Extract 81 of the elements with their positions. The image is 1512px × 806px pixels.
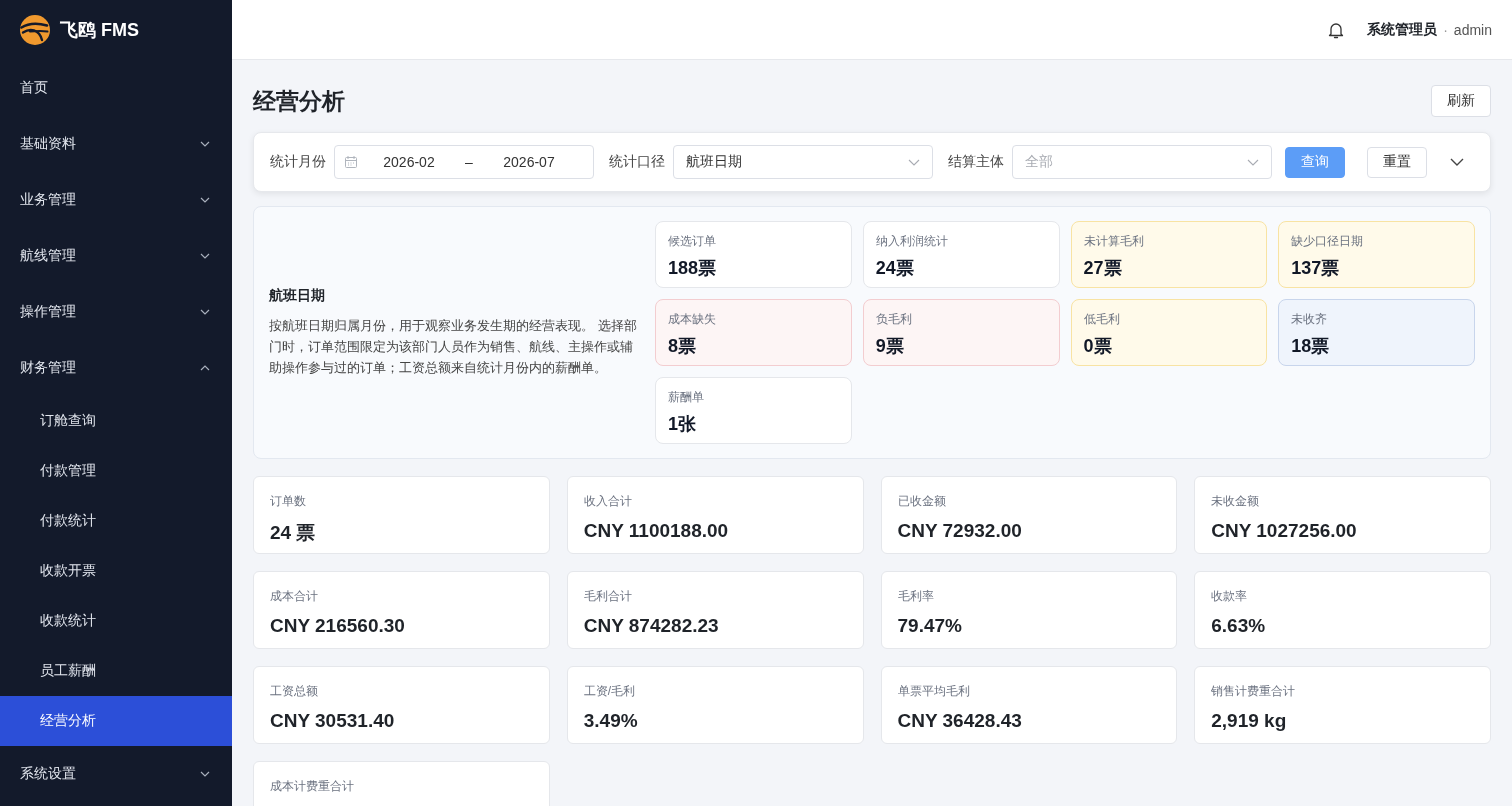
sidebar-item[interactable]: 财务管理	[0, 340, 232, 396]
sidebar-item[interactable]: 首页	[0, 60, 232, 116]
field-label: 统计口径	[609, 153, 665, 171]
end-month-value: 2026-07	[502, 154, 556, 170]
metric-label: 毛利率	[897, 588, 935, 605]
stat-label: 纳入利润统计	[875, 233, 949, 250]
select-value: 航班日期	[686, 153, 742, 171]
refresh-button[interactable]: 刷新	[1431, 85, 1491, 117]
stat-value: 137票	[1291, 257, 1341, 280]
stat-value: 18票	[1291, 335, 1331, 358]
select-field[interactable]: 航班日期	[673, 145, 933, 179]
stat-value: 0票	[1083, 335, 1113, 358]
metric-value: CNY 36428.43	[897, 710, 1023, 732]
stat-label: 低毛利	[1083, 311, 1121, 328]
stat-label: 未计算毛利	[1083, 233, 1145, 250]
metric-label: 成本合计	[270, 588, 319, 605]
metric-value: 79.47%	[897, 615, 963, 637]
metric-value: CNY 874282.23	[583, 615, 720, 637]
chevron-icon	[1247, 158, 1259, 166]
metric-label: 工资总额	[270, 683, 319, 700]
metric-value: 24 票	[270, 521, 317, 545]
stat-label: 成本缺失	[668, 311, 717, 328]
separator-dot: ·	[1443, 21, 1448, 38]
range-separator: –	[464, 154, 474, 170]
metric-label: 收款率	[1211, 588, 1249, 605]
stat-value: 1张	[668, 413, 697, 436]
stat-label: 薪酬单	[668, 389, 705, 406]
select-placeholder: 全部	[1025, 153, 1053, 171]
logo-text: 飞鸥 FMS	[60, 19, 139, 42]
metric-label: 已收金额	[897, 493, 947, 510]
bell-icon[interactable]	[1328, 20, 1345, 39]
metric-value: CNY 1027256.00	[1211, 520, 1358, 542]
calendar-icon	[345, 156, 357, 168]
metric-value: CNY 72932.00	[897, 520, 1023, 542]
metric-label: 成本计费重合计	[270, 778, 355, 795]
metric-label: 未收金额	[1211, 493, 1261, 510]
stat-value: 27票	[1083, 257, 1123, 280]
reset-button[interactable]: 重置	[1367, 146, 1427, 178]
metric-value: 2,919 kg	[1211, 710, 1288, 732]
stat-value: 8票	[668, 335, 697, 358]
sidebar-subitem[interactable]: 收款开票	[0, 546, 232, 596]
metric-value: CNY 30531.40	[270, 710, 396, 732]
sidebar-subitem[interactable]: 经营分析	[0, 696, 232, 746]
start-month-value: 2026-02	[382, 154, 436, 170]
stat-value: 9票	[875, 335, 905, 358]
metric-label: 工资/毛利	[583, 683, 637, 700]
stat-label: 候选订单	[668, 233, 717, 250]
logo-icon	[20, 15, 50, 45]
date-range-field[interactable]: 2026-02 – 2026-07	[334, 145, 594, 179]
metric-label: 毛利合计	[583, 588, 633, 605]
stat-label: 未收齐	[1291, 311, 1329, 328]
sidebar-subitem[interactable]: 付款管理	[0, 446, 232, 496]
metric-value: CNY 1100188.00	[583, 520, 730, 542]
metric-label: 订单数	[270, 493, 307, 510]
sidebar-item[interactable]: 业务管理	[0, 172, 232, 228]
metric-label: 销售计费重合计	[1211, 683, 1297, 700]
sidebar-subitem[interactable]: 收款统计	[0, 596, 232, 646]
field-label: 统计月份	[270, 153, 326, 171]
metric-value: CNY 216560.30	[270, 615, 406, 637]
sidebar-subitem[interactable]: 员工薪酬	[0, 646, 232, 696]
sidebar-subitem[interactable]: 付款统计	[0, 496, 232, 546]
metric-label: 收入合计	[583, 493, 633, 510]
stat-label: 负毛利	[875, 311, 913, 328]
summary-description: 按航班日期归属月份，用于观察业务发生期的经营表现。 选择部门时，订单范围限定为该部门人员作为销售、航线、主操作或辅助操作参与过的订单；工资总额来自统计月份内的薪酬单。	[269, 317, 638, 377]
user-name[interactable]: 系统管理员	[1367, 20, 1438, 39]
page-title: 经营分析	[253, 86, 345, 116]
user-account[interactable]: admin	[1453, 21, 1492, 38]
metric-value: 3.49%	[583, 710, 639, 732]
stat-value: 188票	[668, 257, 718, 280]
summary-title: 航班日期	[269, 287, 326, 305]
metric-label: 单票平均毛利	[897, 683, 971, 700]
stat-value: 24票	[875, 257, 915, 280]
sidebar-item[interactable]: 系统设置	[0, 746, 232, 802]
stat-label: 缺少口径日期	[1291, 233, 1365, 250]
sidebar-item[interactable]: 操作管理	[0, 284, 232, 340]
sidebar-subitem[interactable]: 订舱查询	[0, 396, 232, 446]
sidebar-item[interactable]: 航线管理	[0, 228, 232, 284]
metric-value: 6.63%	[1211, 615, 1267, 637]
field-label: 结算主体	[948, 153, 1004, 171]
chevron-icon	[908, 158, 920, 166]
sidebar-item[interactable]: 基础资料	[0, 116, 232, 172]
